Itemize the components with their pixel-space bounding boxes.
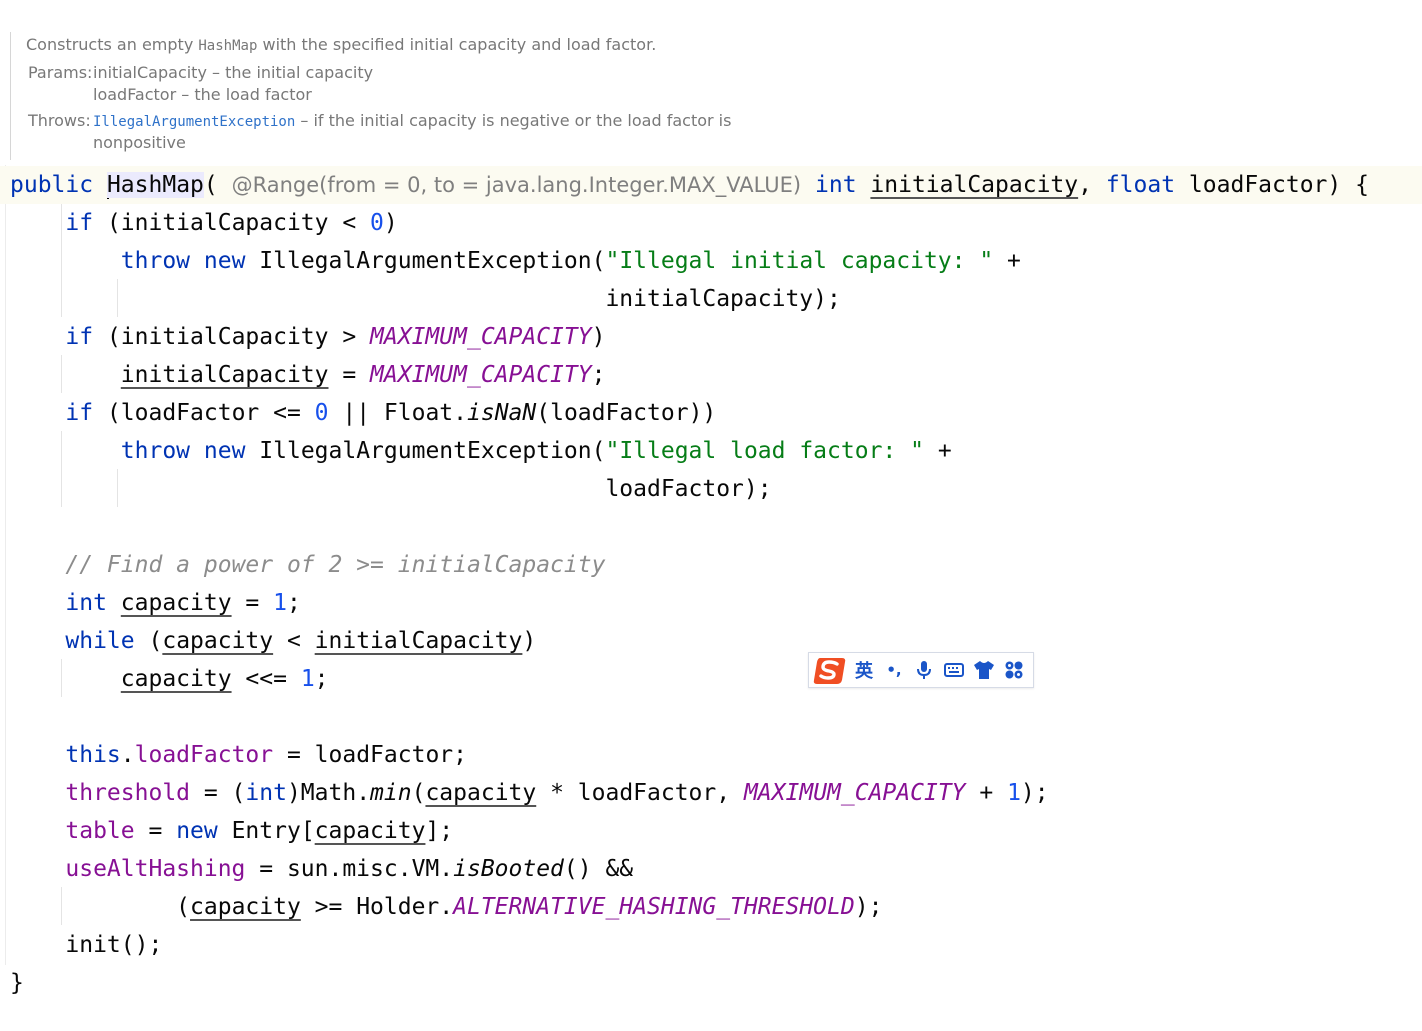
code-line-close-brace[interactable]: } bbox=[10, 964, 24, 1002]
skin-shirt-icon[interactable] bbox=[969, 653, 999, 687]
code-line[interactable]: if (initialCapacity < 0) bbox=[10, 204, 397, 242]
code-line[interactable]: table = new Entry[capacity]; bbox=[10, 812, 453, 850]
code-line[interactable]: initialCapacity = MAXIMUM_CAPACITY; bbox=[10, 356, 606, 394]
sogou-logo-icon[interactable] bbox=[811, 653, 849, 687]
keyboard-icon[interactable] bbox=[939, 653, 969, 687]
code-line[interactable]: (capacity >= Holder.ALTERNATIVE_HASHING_… bbox=[10, 888, 882, 926]
code-line[interactable]: throw new IllegalArgumentException("Ille… bbox=[10, 242, 1021, 280]
code-line-comment[interactable]: // Find a power of 2 >= initialCapacity bbox=[10, 546, 605, 584]
code-line[interactable]: if (initialCapacity > MAXIMUM_CAPACITY) bbox=[10, 318, 605, 356]
code-line[interactable]: this.loadFactor = loadFactor; bbox=[10, 736, 467, 774]
javadoc-params-label: Params: bbox=[28, 63, 93, 82]
microphone-icon[interactable] bbox=[909, 653, 939, 687]
code-line-signature[interactable]: public HashMap( @Range(from = 0, to = ja… bbox=[0, 166, 1422, 204]
code-line[interactable]: init(); bbox=[10, 926, 162, 964]
fold-gutter-line bbox=[5, 165, 6, 965]
inlay-annotation-range: @Range(from = 0, to = java.lang.Integer.… bbox=[231, 173, 802, 197]
javadoc-throws-label: Throws: bbox=[28, 111, 91, 130]
javadoc-panel: Constructs an empty HashMap with the spe… bbox=[0, 26, 1422, 160]
javadoc-param-initial-capacity: initialCapacity – the initial capacity bbox=[93, 63, 374, 82]
code-line[interactable]: while (capacity < initialCapacity) bbox=[10, 622, 536, 660]
code-line[interactable]: throw new IllegalArgumentException("Ille… bbox=[10, 432, 952, 470]
javadoc-param-load-factor: loadFactor – the load factor bbox=[93, 85, 312, 104]
method-name-hashmap[interactable]: HashMap bbox=[106, 172, 204, 198]
javadoc-throws-text: IllegalArgumentException – if the initia… bbox=[93, 111, 732, 130]
javadoc-exception-link[interactable]: IllegalArgumentException bbox=[93, 114, 295, 130]
code-line[interactable]: initialCapacity); bbox=[10, 280, 840, 318]
code-line[interactable]: if (loadFactor <= 0 || Float.isNaN(loadF… bbox=[10, 394, 716, 432]
ime-punctuation-toggle[interactable]: •, bbox=[879, 653, 909, 687]
code-line[interactable]: loadFactor); bbox=[10, 470, 771, 508]
code-editor[interactable]: public HashMap( @Range(from = 0, to = ja… bbox=[0, 165, 1422, 1031]
code-line[interactable]: int capacity = 1; bbox=[10, 584, 300, 622]
ime-language-toggle[interactable]: 英 bbox=[849, 653, 879, 687]
javadoc-code-hashmap: HashMap bbox=[198, 38, 258, 54]
javadoc-summary: Constructs an empty HashMap with the spe… bbox=[26, 35, 657, 54]
editor-page: Constructs an empty HashMap with the spe… bbox=[0, 0, 1422, 1031]
code-line[interactable]: threshold = (int)Math.min(capacity * loa… bbox=[10, 774, 1048, 812]
toolbox-grid-icon[interactable] bbox=[999, 653, 1029, 687]
javadoc-rule bbox=[10, 32, 11, 160]
ime-toolbar[interactable]: 英 •, bbox=[808, 652, 1034, 688]
javadoc-throws-continuation: nonpositive bbox=[93, 133, 186, 152]
code-line[interactable]: capacity <<= 1; bbox=[10, 660, 329, 698]
code-line[interactable]: useAltHashing = sun.misc.VM.isBooted() &… bbox=[10, 850, 633, 888]
